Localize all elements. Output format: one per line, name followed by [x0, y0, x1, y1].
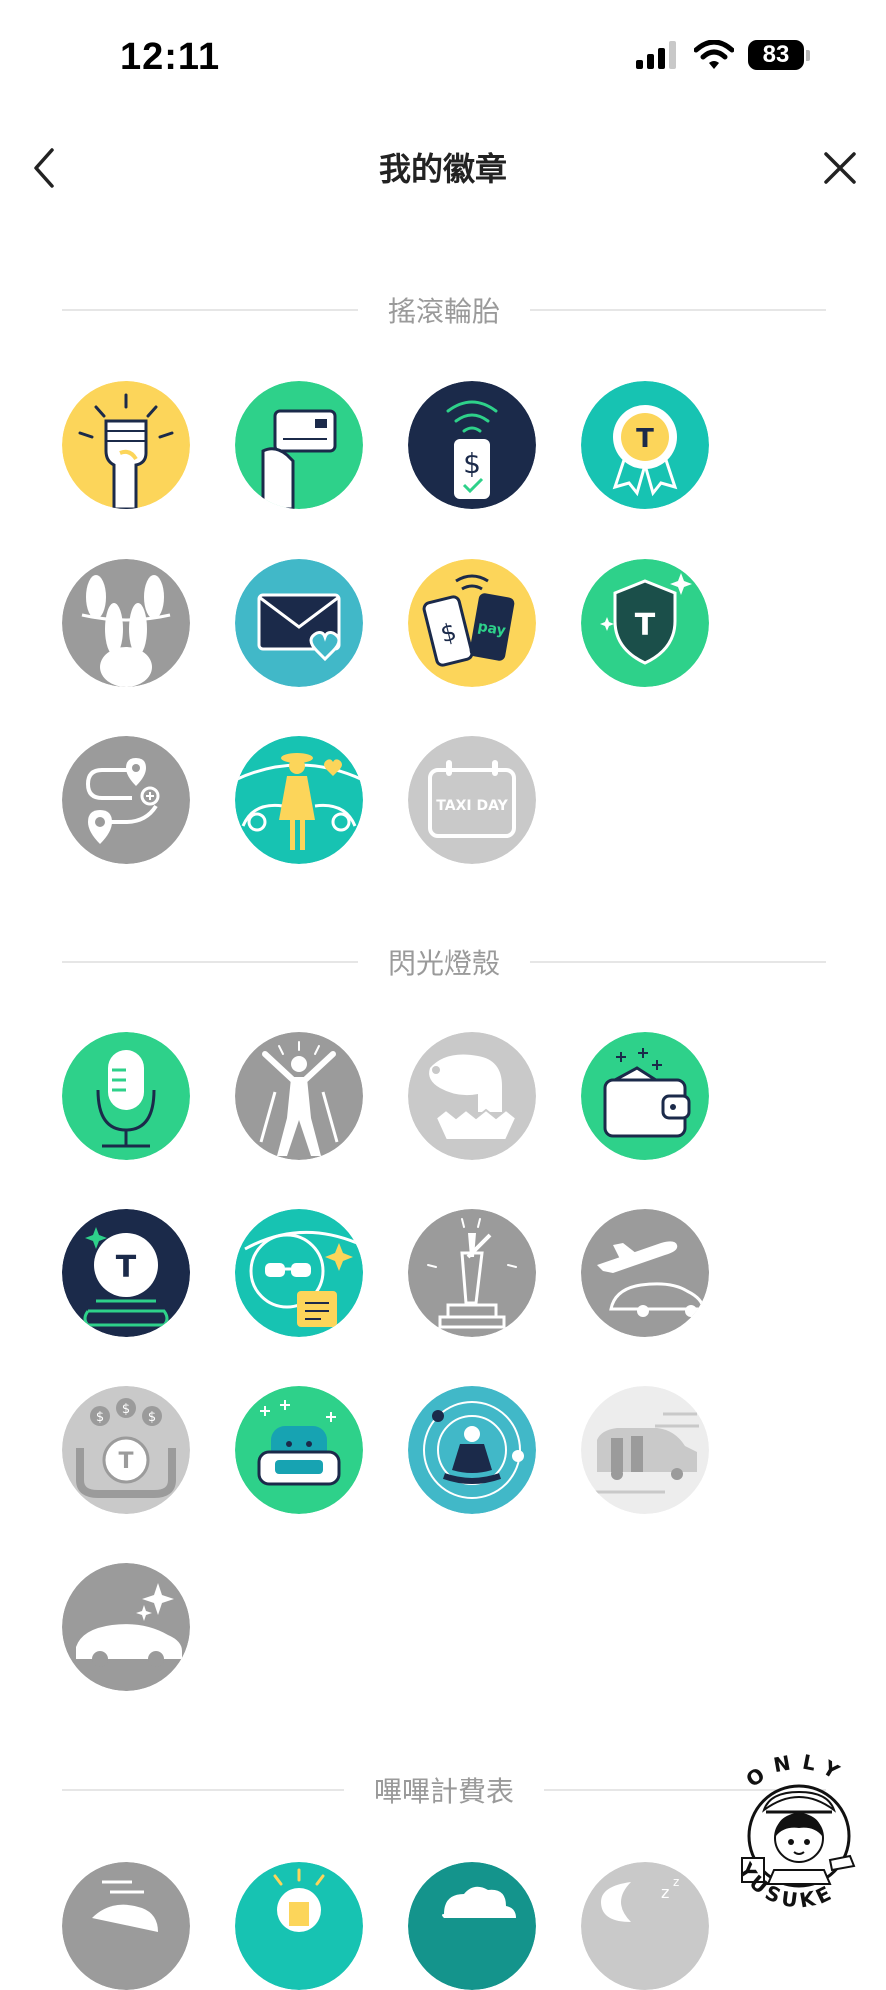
badge-armchair[interactable] [235, 1386, 363, 1514]
status-icons: 83 [636, 40, 810, 70]
svg-text:T: T [118, 1449, 133, 1474]
close-button[interactable] [814, 142, 866, 194]
badge-dog[interactable] [408, 1032, 536, 1160]
badge-rabbits[interactable] [62, 559, 190, 687]
badge-taxi-day[interactable]: TAXI DAY [408, 736, 536, 864]
badge-envelope-heart[interactable] [235, 559, 363, 687]
svg-text:T: T [116, 1250, 137, 1285]
badge-statue[interactable] [408, 1209, 536, 1337]
section-title: 搖滾輪胎 [357, 295, 530, 328]
svg-text:$: $ [122, 1402, 130, 1417]
badge-crystal-ball[interactable]: T [62, 1209, 190, 1337]
svg-text:z: z [661, 1883, 669, 1902]
badge-shield[interactable]: T [581, 559, 709, 687]
badge-cloud[interactable] [408, 1862, 536, 1990]
badge-shiny-car[interactable] [62, 1563, 190, 1691]
battery-tip [806, 49, 810, 61]
section-header-meter: 嗶嗶計費表 [62, 1764, 826, 1814]
section-header-flash-shell: 閃光燈殼 [62, 936, 826, 986]
svg-text:T: T [635, 608, 656, 643]
badge-phone-pay[interactable]: $ [408, 381, 536, 509]
badge-medal[interactable]: T [581, 381, 709, 509]
section-title: 嗶嗶計費表 [343, 1775, 544, 1808]
badge-sleep-moon[interactable]: z z [581, 1862, 709, 1990]
svg-text:T: T [636, 424, 654, 454]
nav-bar: 我的徽章 [0, 120, 886, 216]
svg-text:$: $ [148, 1410, 156, 1425]
close-icon [824, 152, 856, 184]
badge-fast-car[interactable] [581, 1386, 709, 1514]
status-time: 12:11 [120, 36, 221, 78]
wifi-icon [694, 40, 734, 69]
badge-airplane-car[interactable] [581, 1209, 709, 1337]
taxi-day-label: TAXI DAY [436, 798, 508, 814]
section-header-rock-tires: 搖滾輪胎 [62, 284, 826, 334]
badge-card-payment[interactable] [235, 381, 363, 509]
badge-traveler[interactable] [235, 736, 363, 864]
badge-wallet[interactable] [581, 1032, 709, 1160]
badge-meditation[interactable] [408, 1386, 536, 1514]
battery-indicator: 83 [748, 40, 804, 70]
section-title: 閃光燈殼 [357, 947, 530, 980]
svg-text:$: $ [96, 1410, 104, 1425]
badge-microphone[interactable] [62, 1032, 190, 1160]
status-bar: 12:11 83 [0, 0, 886, 110]
signal-icon [636, 41, 676, 69]
svg-text:z: z [673, 1875, 679, 1889]
badge-fist[interactable] [62, 381, 190, 509]
svg-text:$: $ [463, 447, 481, 480]
badge-phone-pay-cards[interactable]: $ pay [408, 559, 536, 687]
badge-route[interactable] [62, 736, 190, 864]
badge-lightbulb[interactable] [235, 1862, 363, 1990]
badge-coin-hands[interactable]: $ $ $ T [62, 1386, 190, 1514]
badge-bird[interactable] [62, 1862, 190, 1990]
badge-sunglasses[interactable] [235, 1209, 363, 1337]
watermark-logo: ONLY YUSUKE [714, 1740, 884, 1918]
badge-cheering-person[interactable] [235, 1032, 363, 1160]
page-title: 我的徽章 [378, 150, 507, 188]
